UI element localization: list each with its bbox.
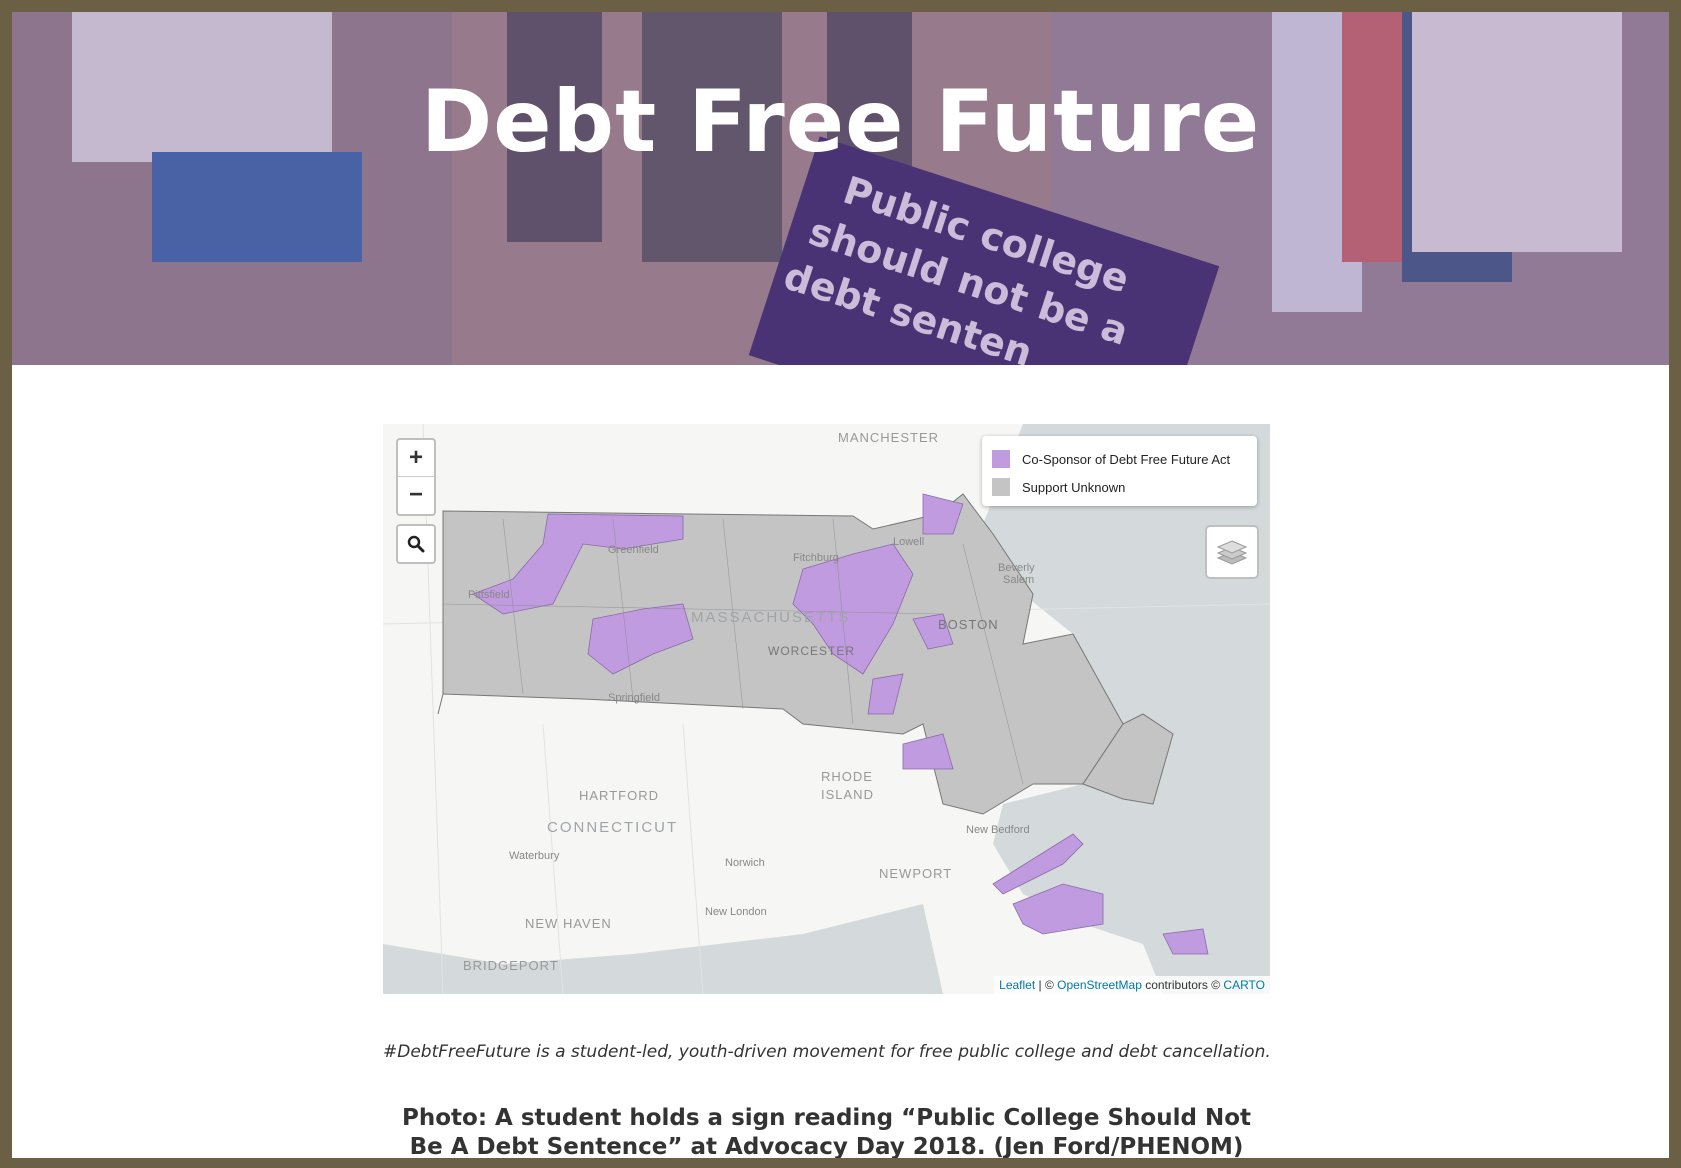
hero-photo: Public college should not be a debt sent… — [12, 12, 1669, 365]
map-label-hartford: HARTFORD — [579, 788, 659, 803]
map-legend: Co-Sponsor of Debt Free Future Act Suppo… — [982, 436, 1257, 506]
map-label-norwich: Norwich — [725, 857, 765, 869]
layers-button[interactable] — [1205, 525, 1259, 579]
legend-item-unknown: Support Unknown — [992, 477, 1125, 497]
map-label-island: ISLAND — [821, 787, 874, 802]
map-label-beverly: Beverly — [998, 562, 1035, 574]
map-search-button[interactable] — [396, 524, 436, 564]
map-label-springfield: Springfield — [608, 692, 660, 704]
map-label-boston: BOSTON — [938, 617, 999, 632]
search-icon — [407, 535, 425, 553]
legislator-map[interactable]: MANCHESTER MASSACHUSETTS BOSTON WORCESTE… — [383, 424, 1270, 994]
hero-banner: Public college should not be a debt sent… — [12, 12, 1669, 365]
page-title: Debt Free Future — [420, 72, 1261, 172]
map-label-salem: Salem — [1003, 574, 1035, 586]
map-label-massachusetts: MASSACHUSETTS — [691, 609, 851, 626]
map-label-bridgeport: BRIDGEPORT — [463, 958, 559, 973]
carto-link[interactable]: CARTO — [1223, 978, 1265, 992]
layers-icon — [1217, 540, 1247, 565]
legend-label: Support Unknown — [1022, 479, 1126, 495]
map-tiles — [383, 424, 1270, 994]
map-label-greenfield: Greenfield — [608, 544, 659, 556]
page-frame: Public college should not be a debt sent… — [12, 12, 1669, 1158]
movement-description: #DebtFreeFuture is a student-led, youth-… — [383, 1042, 1271, 1062]
leaflet-link[interactable]: Leaflet — [999, 978, 1035, 992]
photo-caption: Photo: A student holds a sign reading “P… — [401, 1105, 1251, 1158]
legend-swatch-sponsor — [992, 450, 1010, 468]
map-label-rhode: RHODE — [821, 769, 873, 784]
map-label-new-haven: NEW HAVEN — [525, 916, 612, 931]
map-label-connecticut: CONNECTICUT — [547, 819, 679, 836]
legend-swatch-unknown — [992, 478, 1010, 496]
map-label-pittsfield: Pittsfield — [468, 589, 510, 601]
map-label-waterbury: Waterbury — [509, 850, 560, 862]
map-label-newport: NEWPORT — [879, 866, 953, 881]
legend-label: Co-Sponsor of Debt Free Future Act — [1022, 451, 1231, 467]
attribution-text: contributors © — [1141, 978, 1224, 992]
map-attribution: Leaflet | © OpenStreetMap contributors ©… — [994, 976, 1270, 994]
zoom-control: + − — [396, 438, 436, 516]
map-label-new-london: New London — [705, 906, 767, 918]
map-label-new-bedford: New Bedford — [966, 824, 1030, 836]
map-label-worcester: WORCESTER — [768, 644, 855, 658]
zoom-out-button[interactable]: − — [398, 476, 434, 513]
map-label-lowell: Lowell — [893, 536, 925, 548]
legend-item-sponsor: Co-Sponsor of Debt Free Future Act — [992, 449, 1230, 469]
zoom-in-button[interactable]: + — [398, 440, 434, 476]
map-label-fitchburg: Fitchburg — [793, 552, 839, 564]
map-label-manchester: MANCHESTER — [838, 430, 940, 445]
attribution-separator: | © — [1035, 978, 1058, 992]
openstreetmap-link[interactable]: OpenStreetMap — [1057, 978, 1142, 992]
